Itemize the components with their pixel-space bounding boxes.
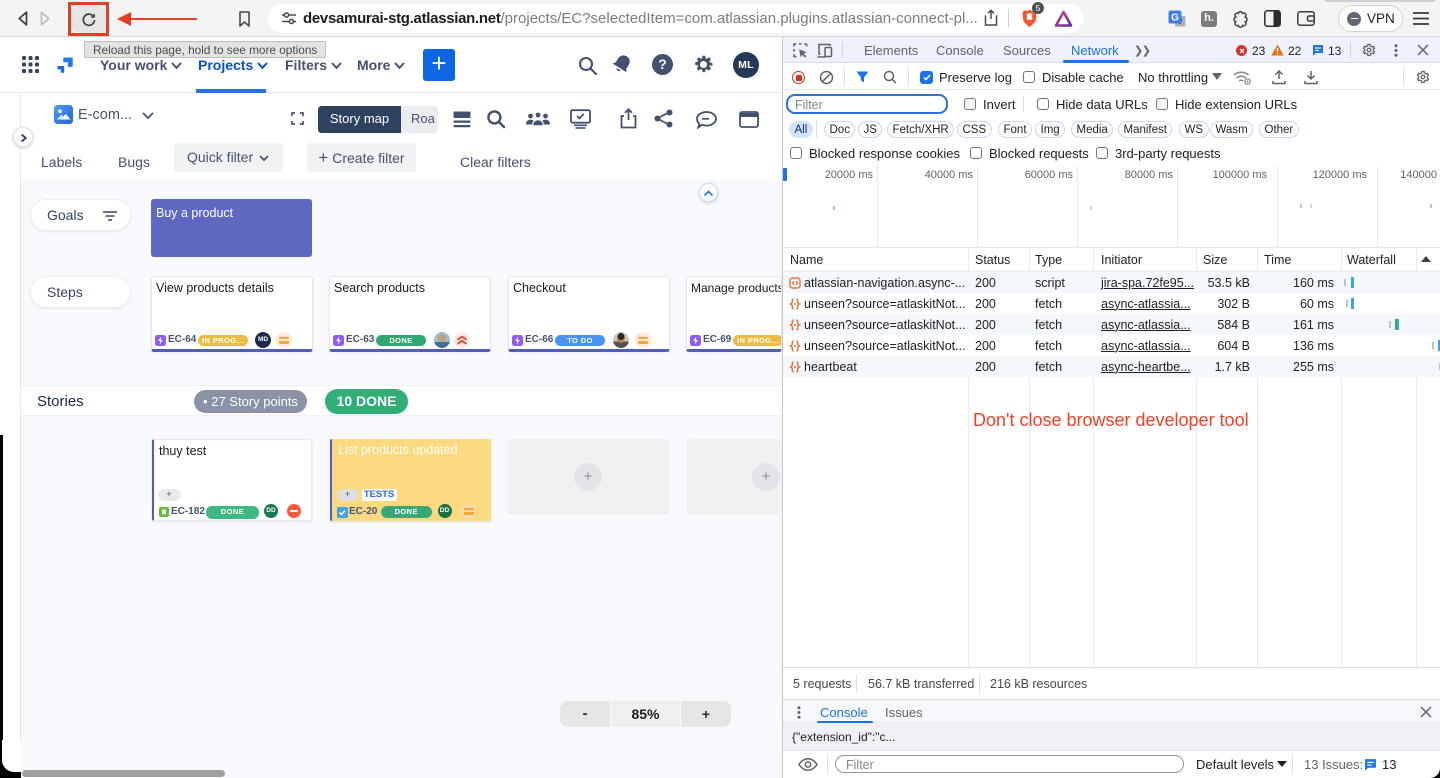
svg-text:G: G xyxy=(1171,13,1179,24)
